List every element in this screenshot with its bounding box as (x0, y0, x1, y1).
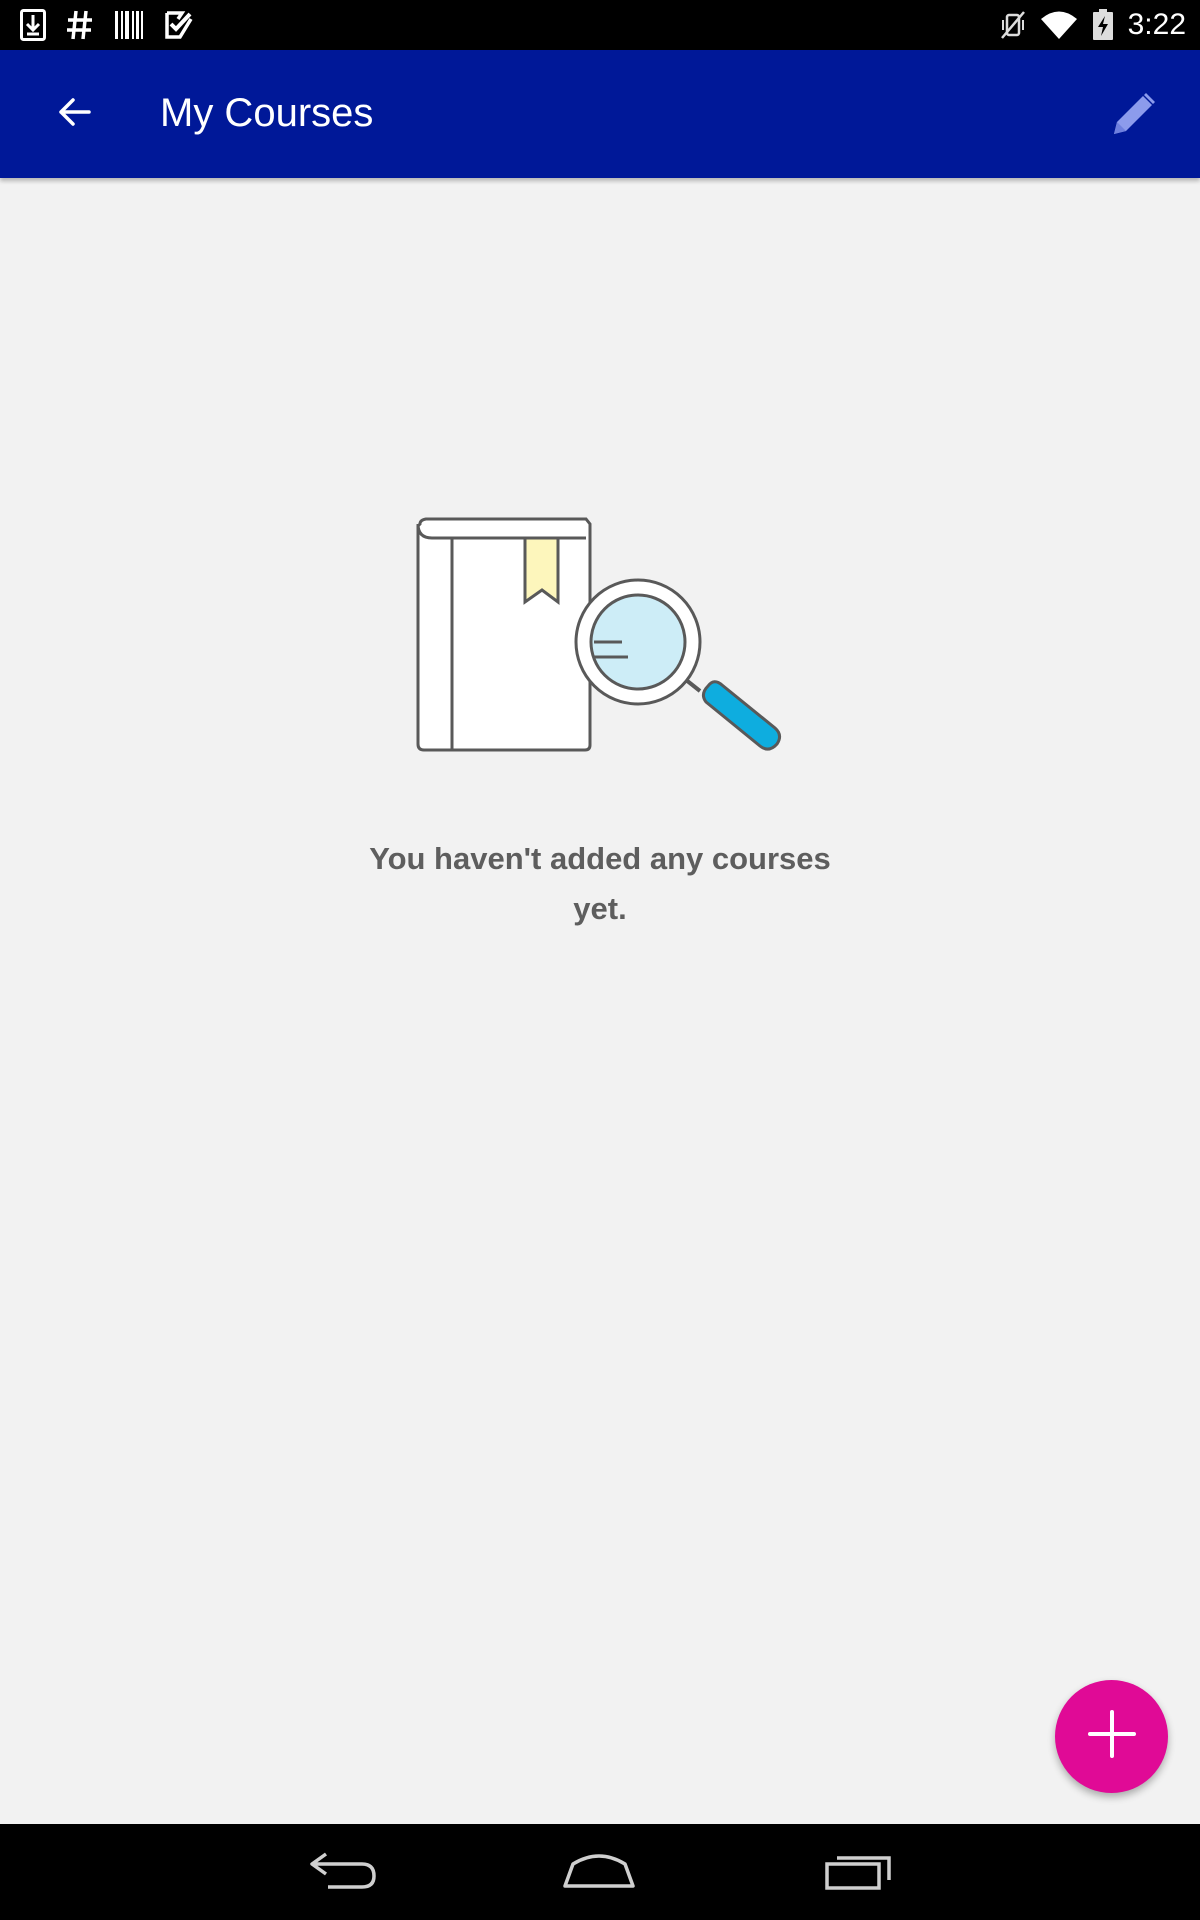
download-icon (20, 9, 46, 41)
nav-home-button[interactable] (549, 1842, 649, 1902)
navigation-bar (0, 1824, 1200, 1920)
nav-recents-icon (823, 1850, 893, 1895)
nav-recents-button[interactable] (808, 1842, 908, 1902)
status-bar: 3:22 (0, 0, 1200, 50)
notification-icons (20, 9, 214, 41)
nav-back-button[interactable] (293, 1842, 393, 1902)
hash-icon (66, 9, 94, 41)
barcode-icon (114, 10, 144, 40)
app-bar: My Courses (0, 50, 1200, 178)
plus-icon (1086, 1708, 1138, 1765)
book-magnifier-illustration (410, 510, 800, 770)
system-icons: 3:22 (986, 8, 1186, 42)
nav-back-icon (308, 1850, 378, 1895)
page-title: My Courses (160, 91, 374, 135)
battery-charging-icon (1092, 9, 1114, 41)
wifi-icon (1040, 10, 1078, 40)
pencil-icon (1110, 90, 1158, 143)
edit-button[interactable] (1100, 82, 1168, 150)
empty-state-message: You haven't added any courses yet. (369, 841, 831, 926)
arrow-back-icon (56, 94, 92, 135)
vibrate-mute-icon (1000, 10, 1026, 40)
add-course-button[interactable] (1055, 1680, 1168, 1793)
status-time: 3:22 (1127, 8, 1186, 41)
tasks-check-icon (164, 10, 194, 40)
back-button[interactable] (40, 80, 108, 148)
nav-home-icon (561, 1850, 637, 1895)
